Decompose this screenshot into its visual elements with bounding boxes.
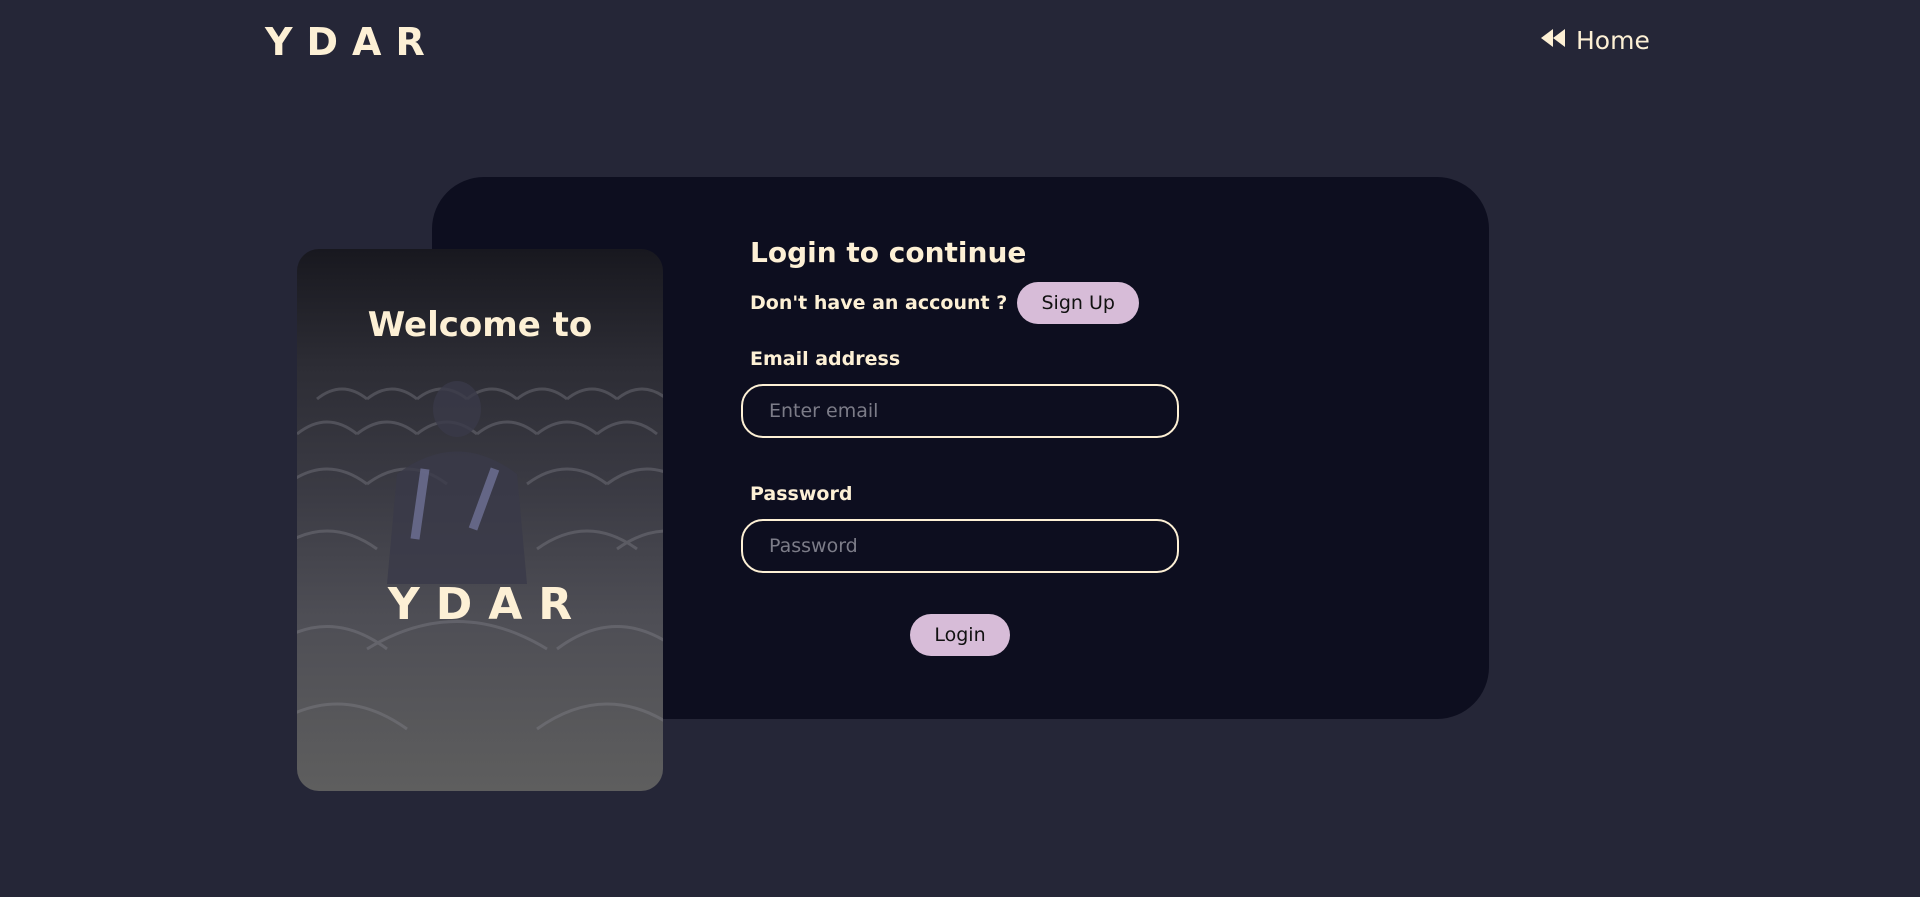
welcome-title: Welcome to <box>367 305 593 345</box>
welcome-card: Welcome to YDAR <box>297 249 663 791</box>
home-link[interactable]: Home <box>1540 26 1650 55</box>
form-title: Login to continue <box>750 236 1027 269</box>
signup-button[interactable]: Sign Up <box>1017 282 1140 324</box>
welcome-brand: YDAR <box>387 579 589 630</box>
password-label: Password <box>750 483 853 505</box>
home-link-label: Home <box>1576 26 1650 55</box>
password-field[interactable] <box>741 519 1179 573</box>
email-label: Email address <box>750 348 901 370</box>
no-account-text: Don't have an account ? <box>750 292 1008 314</box>
signup-line: Don't have an account ? Sign Up <box>750 282 1140 324</box>
site-logo[interactable]: YDAR <box>265 20 439 64</box>
email-field[interactable] <box>741 384 1179 438</box>
rewind-icon <box>1540 26 1566 55</box>
login-button[interactable]: Login <box>910 614 1010 656</box>
